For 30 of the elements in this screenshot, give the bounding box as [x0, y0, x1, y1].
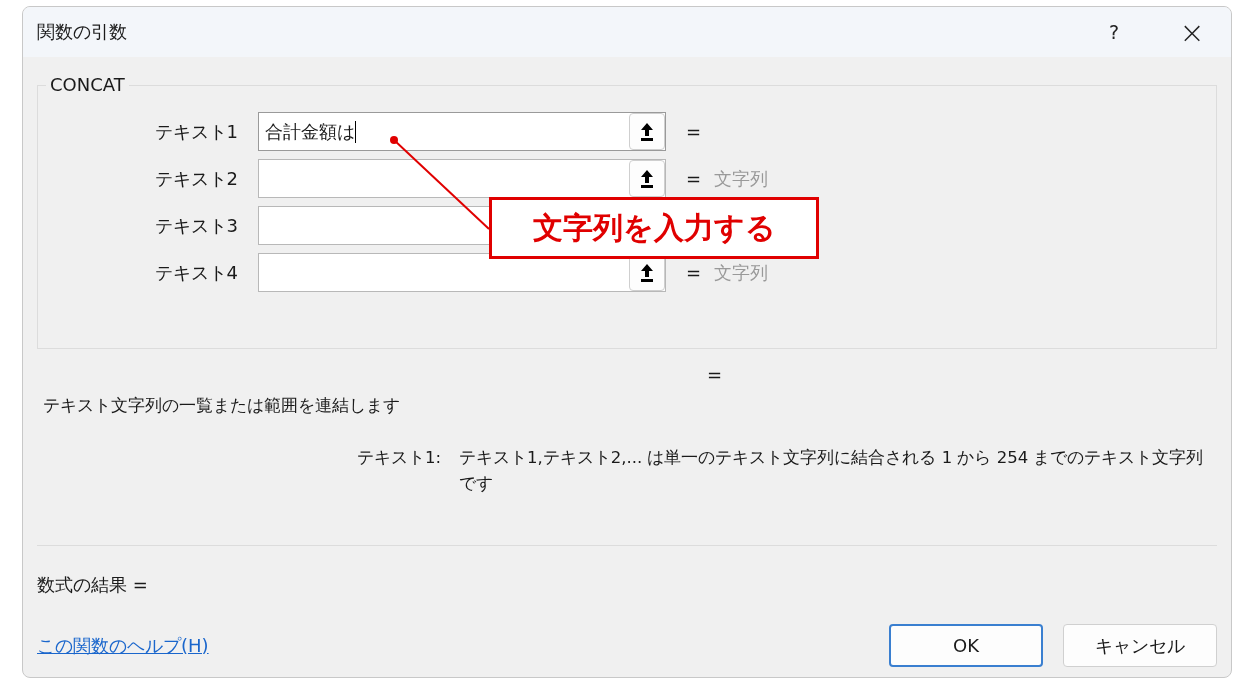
- argument-label: テキスト2: [153, 166, 239, 191]
- equals-sign: =: [686, 262, 703, 283]
- function-description: テキスト文字列の一覧または範囲を連結します: [42, 395, 401, 417]
- text-cursor: [355, 120, 356, 143]
- window-title: 関数の引数: [37, 20, 128, 44]
- input-field[interactable]: 合計金額は: [258, 112, 666, 151]
- input-field[interactable]: [258, 253, 666, 292]
- equals-sign: =: [686, 168, 703, 189]
- argument-result: 文字列: [714, 166, 768, 191]
- equals-sign: =: [707, 363, 723, 385]
- cancel-button[interactable]: キャンセル: [1063, 624, 1217, 667]
- input-field[interactable]: [258, 159, 666, 198]
- help-button[interactable]: ?: [1075, 7, 1153, 57]
- annotation-tooltip: 文字列を入力する: [489, 197, 819, 259]
- equals-sign: =: [686, 121, 703, 142]
- close-button[interactable]: ×: [1153, 7, 1231, 57]
- upload-arrow-icon: [640, 168, 654, 189]
- formula-result: 数式の結果 =: [37, 573, 149, 597]
- argument-label: テキスト1: [153, 119, 239, 144]
- argument-result: 文字列: [714, 260, 768, 285]
- collapse-button[interactable]: [629, 113, 665, 150]
- help-link[interactable]: この関数のヘルプ(H): [37, 633, 209, 658]
- argument-label: テキスト3: [153, 213, 239, 238]
- ok-button[interactable]: OK: [889, 624, 1043, 667]
- upload-arrow-icon: [640, 121, 654, 142]
- argument-label: テキスト4: [153, 260, 239, 285]
- upload-arrow-icon: [640, 262, 654, 283]
- collapse-button[interactable]: [629, 160, 665, 197]
- argument-description: テキスト1,テキスト2,... は単一のテキスト文字列に結合される 1 から 254 までのテキスト文字列です: [459, 447, 1205, 495]
- argument-label: テキスト1:: [357, 447, 443, 469]
